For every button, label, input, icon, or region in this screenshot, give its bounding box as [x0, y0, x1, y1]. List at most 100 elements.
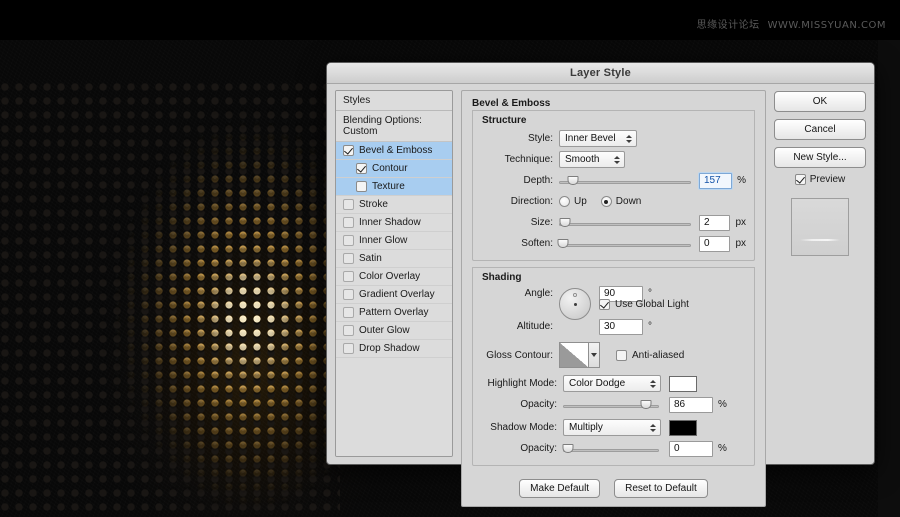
styles-column: Styles Blending Options: Custom Bevel & … — [335, 90, 453, 457]
checkbox-color-overlay[interactable] — [343, 271, 354, 282]
radio-direction-down[interactable] — [601, 196, 612, 207]
checkbox-gradient-overlay[interactable] — [343, 289, 354, 300]
highlight-opacity-label: Opacity: — [481, 399, 563, 410]
shading-legend: Shading — [479, 272, 526, 283]
checkbox-preview[interactable] — [795, 174, 806, 185]
structure-legend: Structure — [479, 115, 531, 126]
make-default-button[interactable]: Make Default — [519, 479, 600, 498]
shadow-opacity-slider[interactable] — [563, 442, 659, 456]
style-select-value: Inner Bevel — [565, 133, 616, 144]
styles-list-empty-area — [336, 358, 452, 457]
watermark: 思缘设计论坛 WWW.MISSYUAN.COM — [697, 16, 886, 31]
highlight-opacity-thumb[interactable] — [641, 400, 652, 409]
anti-aliased-control[interactable]: Anti-aliased — [616, 350, 684, 361]
global-light-control[interactable]: Use Global Light — [599, 299, 689, 310]
gloss-contour-dropdown-button[interactable] — [589, 342, 600, 368]
angle-dial-handle[interactable] — [573, 293, 577, 297]
size-slider[interactable] — [559, 216, 691, 230]
soften-slider-thumb[interactable] — [558, 239, 569, 248]
angle-dial[interactable] — [559, 288, 591, 320]
depth-slider-track — [559, 181, 691, 184]
checkbox-inner-glow[interactable] — [343, 235, 354, 246]
effect-item-inner-glow[interactable]: Inner Glow — [336, 232, 452, 250]
soften-slider[interactable] — [559, 237, 691, 251]
new-style-button[interactable]: New Style... — [774, 147, 866, 168]
checkbox-bevel-emboss[interactable] — [343, 145, 354, 156]
depth-slider[interactable] — [559, 174, 691, 188]
panel-title: Bevel & Emboss — [472, 98, 755, 109]
row-style: Style: Inner Bevel — [481, 130, 746, 147]
size-label: Size: — [481, 217, 559, 228]
row-highlight-opacity: Opacity: 86 % — [481, 396, 746, 413]
effect-label-satin: Satin — [359, 253, 382, 264]
checkbox-anti-aliased[interactable] — [616, 350, 627, 361]
highlight-opacity-input[interactable]: 86 — [669, 397, 713, 413]
size-slider-thumb[interactable] — [560, 218, 571, 227]
effect-item-outer-glow[interactable]: Outer Glow — [336, 322, 452, 340]
direction-up-label: Up — [574, 196, 587, 207]
stepper-arrows-icon — [626, 133, 633, 145]
shadow-opacity-label: Opacity: — [481, 443, 563, 454]
effect-label-stroke: Stroke — [359, 199, 388, 210]
reset-to-default-button[interactable]: Reset to Default — [614, 479, 708, 498]
checkbox-stroke[interactable] — [343, 199, 354, 210]
row-highlight-mode: Highlight Mode: Color Dodge — [481, 375, 746, 392]
checkbox-inner-shadow[interactable] — [343, 217, 354, 228]
styles-panel: Styles Blending Options: Custom Bevel & … — [335, 90, 453, 457]
watermark-url: WWW.MISSYUAN.COM — [768, 20, 886, 31]
effect-item-stroke[interactable]: Stroke — [336, 196, 452, 214]
dialog-titlebar[interactable]: Layer Style — [327, 63, 874, 84]
depth-slider-thumb[interactable] — [568, 176, 579, 185]
checkbox-use-global-light[interactable] — [599, 299, 610, 310]
effect-item-pattern-overlay[interactable]: Pattern Overlay — [336, 304, 452, 322]
radio-direction-up[interactable] — [559, 196, 570, 207]
effect-item-gradient-overlay[interactable]: Gradient Overlay — [336, 286, 452, 304]
ok-button[interactable]: OK — [774, 91, 866, 112]
styles-header[interactable]: Styles — [336, 91, 452, 111]
styles-header-label: Styles — [343, 95, 370, 106]
shadow-opacity-input[interactable]: 0 — [669, 441, 713, 457]
style-select[interactable]: Inner Bevel — [559, 130, 637, 147]
effect-item-satin[interactable]: Satin — [336, 250, 452, 268]
effect-item-contour[interactable]: Contour — [336, 160, 452, 178]
depth-unit: % — [737, 175, 746, 186]
dot-grid-highlight-glow — [0, 90, 350, 517]
gloss-contour-label: Gloss Contour: — [481, 350, 559, 361]
highlight-color-swatch[interactable] — [669, 376, 697, 392]
soften-input[interactable]: 0 — [699, 236, 730, 252]
checkbox-drop-shadow[interactable] — [343, 343, 354, 354]
effect-item-bevel-emboss[interactable]: Bevel & Emboss — [336, 142, 452, 160]
effect-label-drop-shadow: Drop Shadow — [359, 343, 420, 354]
bevel-emboss-panel: Bevel & Emboss Structure Style: Inner Be… — [461, 90, 766, 507]
checkbox-satin[interactable] — [343, 253, 354, 264]
effect-label-inner-glow: Inner Glow — [359, 235, 407, 246]
watermark-cn-text: 思缘设计论坛 — [697, 20, 760, 31]
effect-label-bevel-emboss: Bevel & Emboss — [359, 145, 432, 156]
altitude-unit: ° — [648, 321, 652, 332]
highlight-opacity-slider[interactable] — [563, 398, 659, 412]
effect-item-color-overlay[interactable]: Color Overlay — [336, 268, 452, 286]
gloss-contour-preview[interactable] — [559, 342, 589, 368]
shadow-color-swatch[interactable] — [669, 420, 697, 436]
canvas-right-edge — [878, 0, 900, 517]
checkbox-contour[interactable] — [356, 163, 367, 174]
chevron-down-icon — [591, 353, 597, 357]
soften-label: Soften: — [481, 238, 559, 249]
depth-input[interactable]: 157 — [699, 173, 732, 189]
highlight-mode-select[interactable]: Color Dodge — [563, 375, 661, 392]
checkbox-texture[interactable] — [356, 181, 367, 192]
panel-footer-buttons: Make Default Reset to Default — [472, 473, 755, 500]
effect-item-texture[interactable]: Texture — [336, 178, 452, 196]
checkbox-outer-glow[interactable] — [343, 325, 354, 336]
checkbox-pattern-overlay[interactable] — [343, 307, 354, 318]
altitude-input[interactable]: 30 — [599, 319, 643, 335]
cancel-button[interactable]: Cancel — [774, 119, 866, 140]
shadow-opacity-thumb[interactable] — [563, 444, 574, 453]
preview-control[interactable]: Preview — [774, 174, 866, 185]
effect-item-inner-shadow[interactable]: Inner Shadow — [336, 214, 452, 232]
technique-select[interactable]: Smooth — [559, 151, 625, 168]
blending-options-item[interactable]: Blending Options: Custom — [336, 111, 452, 142]
effect-item-drop-shadow[interactable]: Drop Shadow — [336, 340, 452, 358]
shadow-mode-select[interactable]: Multiply — [563, 419, 661, 436]
size-input[interactable]: 2 — [699, 215, 730, 231]
